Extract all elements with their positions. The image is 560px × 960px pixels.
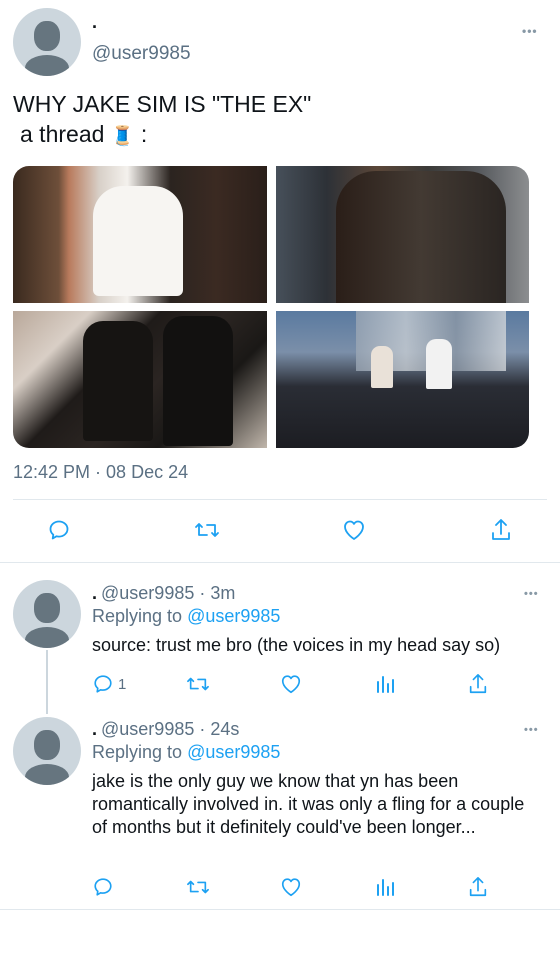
replying-prefix: Replying to <box>92 742 183 762</box>
reply-text: jake is the only guy we know that yn has… <box>92 771 525 837</box>
reply-button[interactable] <box>47 518 71 542</box>
replying-prefix: Replying to <box>92 606 183 626</box>
analytics-icon <box>377 676 394 693</box>
retweet-icon <box>195 523 219 537</box>
more-icon[interactable]: ••• <box>522 25 538 37</box>
reply-icon <box>49 520 69 540</box>
photo-1[interactable] <box>13 166 267 303</box>
replying-to: Replying to @user9985 <box>92 742 280 763</box>
tweet-subtitle: a thread 🧵 : <box>20 118 147 153</box>
reply-icon <box>94 878 112 896</box>
thread-connector <box>46 650 48 714</box>
reply-header[interactable]: . @user9985 · 3m <box>92 583 235 604</box>
photo-2[interactable] <box>276 166 529 303</box>
photo-4[interactable] <box>276 311 529 448</box>
like-button[interactable] <box>279 673 303 695</box>
replying-to-link[interactable]: @user9985 <box>187 742 280 762</box>
tweet-subtitle-text: a thread <box>20 121 105 147</box>
reply-text: source: trust me bro (the voices in my h… <box>92 635 501 655</box>
analytics-button[interactable] <box>374 876 396 898</box>
share-button[interactable] <box>467 672 489 696</box>
share-icon <box>469 674 487 694</box>
replying-to: Replying to @user9985 <box>92 606 280 627</box>
tweet-title: WHY JAKE SIM IS "THE EX" <box>13 91 312 117</box>
avatar[interactable] <box>13 717 81 785</box>
photo-3[interactable] <box>13 311 267 448</box>
share-icon <box>469 877 487 897</box>
more-icon[interactable]: ••• <box>524 589 539 600</box>
reply-button[interactable] <box>92 876 114 898</box>
share-icon <box>492 519 510 540</box>
reply-button[interactable]: 1 <box>92 673 126 695</box>
like-button[interactable] <box>279 876 303 898</box>
user-handle[interactable]: @user9985 <box>92 43 191 65</box>
like-button[interactable] <box>341 518 367 542</box>
retweet-button[interactable] <box>185 673 211 695</box>
replying-to-link[interactable]: @user9985 <box>187 606 280 626</box>
display-name: . <box>92 719 98 739</box>
tweet-subtitle-colon: : <box>140 121 148 147</box>
reply-icon <box>94 675 112 693</box>
heart-icon <box>344 520 364 540</box>
analytics-icon <box>377 879 394 896</box>
avatar[interactable] <box>13 8 81 76</box>
more-icon[interactable]: ••• <box>524 725 539 736</box>
divider <box>0 909 560 910</box>
analytics-button[interactable] <box>374 673 396 695</box>
handle-time: @user9985 · 3m <box>101 583 236 603</box>
share-button[interactable] <box>467 875 489 899</box>
divider <box>0 562 560 563</box>
retweet-button[interactable] <box>193 518 221 542</box>
reply-count: 1 <box>118 675 127 693</box>
avatar[interactable] <box>13 580 81 648</box>
heart-icon <box>281 675 301 694</box>
share-button[interactable] <box>489 517 513 543</box>
divider <box>13 499 547 500</box>
reply-header[interactable]: . @user9985 · 24s <box>92 719 239 740</box>
display-name[interactable]: . <box>92 12 97 33</box>
tweet-timestamp[interactable]: 12:42 PM · 08 Dec 24 <box>13 462 188 483</box>
retweet-icon <box>187 677 209 691</box>
thread-emoji: 🧵 <box>110 126 135 147</box>
heart-icon <box>281 878 301 897</box>
handle-time: @user9985 · 24s <box>101 719 240 739</box>
display-name: . <box>92 583 98 603</box>
retweet-icon <box>187 880 209 894</box>
retweet-button[interactable] <box>185 876 211 898</box>
